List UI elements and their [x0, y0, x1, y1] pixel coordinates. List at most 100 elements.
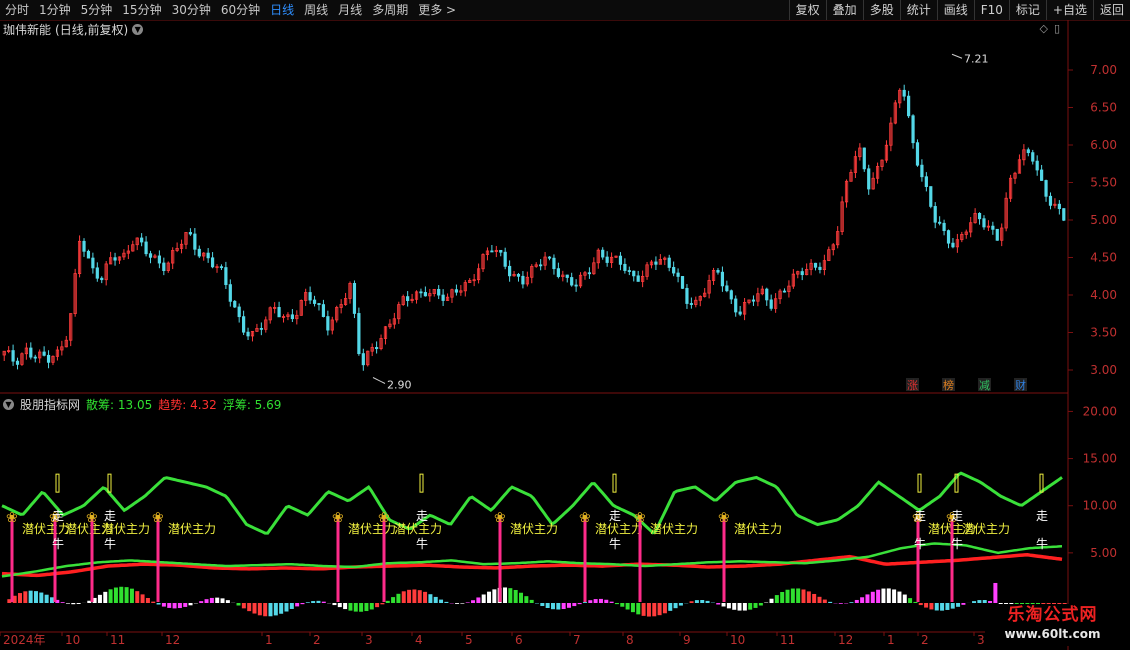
hist-bar: [161, 603, 166, 607]
candle-body: [685, 287, 689, 304]
x-label-10: 7: [573, 633, 581, 647]
hist-bar: [140, 594, 145, 603]
candle-body: [636, 275, 640, 282]
hist-bar: [183, 603, 188, 607]
hist-bar: [17, 593, 22, 603]
hist-bar: [519, 592, 524, 603]
marker-1: 榜: [943, 378, 954, 392]
hist-bar: [721, 603, 726, 607]
signal-flower-0: ❀: [6, 510, 18, 526]
walk-label-4: 走: [914, 509, 926, 523]
hist-bar: [881, 588, 886, 603]
candle-body: [565, 274, 569, 278]
signal-label-0: 潜伏主力: [22, 522, 70, 536]
series-fuchou: [1, 542, 1063, 578]
candle-body: [1026, 149, 1030, 154]
candle-body: [140, 237, 144, 243]
candle-body: [290, 314, 294, 320]
walk-flag-0: [55, 473, 60, 493]
candle-body: [716, 270, 720, 273]
signal-flower-6: ❀: [494, 510, 506, 526]
hist-bar: [71, 603, 76, 605]
hist-bar: [678, 603, 683, 606]
signal-flower-5: ❀: [378, 510, 390, 526]
candle-body: [627, 270, 631, 272]
x-label-12: 9: [683, 633, 691, 647]
candle-body: [86, 250, 91, 259]
hist-bar: [758, 603, 763, 606]
hist-bar: [582, 602, 587, 603]
chart-canvas[interactable]: 7.00 6.50 6.00 5.50 5.00 4.50 4.00 3.50 3.00 7.21…: [0, 0, 1130, 650]
x-label-16: 1: [887, 633, 895, 647]
candle-body: [623, 263, 627, 271]
candle-body: [1062, 208, 1066, 221]
bull-label-2: 牛: [416, 536, 428, 551]
candle-body: [82, 240, 86, 252]
bull-label-0: 牛: [52, 536, 64, 551]
candle-body: [995, 228, 999, 241]
candle-body: [1044, 180, 1048, 197]
hist-bar: [657, 603, 662, 616]
hist-bar: [375, 603, 380, 608]
hist-bar: [769, 598, 774, 603]
hist-bar: [556, 603, 561, 610]
candle-body: [556, 268, 560, 277]
hist-bar: [897, 591, 902, 603]
hist-bar: [49, 597, 54, 603]
hist-bar: [33, 591, 38, 603]
hist-bar: [23, 591, 28, 603]
hist-bar: [348, 603, 353, 611]
candle-body: [1035, 160, 1039, 171]
candle-body: [552, 257, 556, 270]
hist-bar: [300, 603, 305, 605]
hist-bar: [918, 603, 923, 606]
candle-body: [162, 262, 166, 271]
hist-bar: [838, 603, 843, 604]
hist-bar: [305, 602, 310, 603]
hist-bar: [742, 603, 747, 611]
candle-body: [499, 249, 503, 253]
candle-body: [352, 283, 357, 314]
price-tick-label-2: 6.00: [1090, 138, 1117, 152]
ind-tick-label-3: 5.00: [1090, 546, 1117, 560]
candle-body: [933, 206, 937, 223]
hist-bar: [598, 598, 603, 603]
candle-body: [977, 212, 982, 220]
hist-bar: [172, 603, 177, 609]
marker-0: 涨: [907, 379, 918, 392]
hist-bar: [945, 603, 950, 610]
hist-bar: [343, 603, 348, 610]
hist-bar: [39, 592, 44, 603]
hist-bar: [812, 593, 817, 603]
x-label-5: 2: [313, 633, 321, 647]
candle-body: [503, 251, 507, 267]
candle-body: [632, 270, 636, 277]
hist-bar: [545, 603, 550, 608]
signal-bar-7: [583, 518, 587, 602]
low-label: 2.90: [387, 379, 412, 392]
candle-body: [570, 277, 574, 286]
marker-3: 财: [1015, 378, 1026, 392]
candle-body: [144, 241, 148, 255]
candle-body: [259, 328, 263, 330]
candle-body: [441, 294, 445, 301]
hist-bar: [428, 594, 433, 603]
hist-bar: [614, 603, 619, 605]
hist-bar: [396, 593, 401, 603]
signal-bar-5: [382, 518, 386, 602]
hist-bar: [119, 586, 124, 603]
walk-flag-2: [419, 473, 424, 493]
hist-bar: [332, 603, 337, 606]
hist-bar: [279, 603, 284, 614]
hist-bar: [700, 599, 705, 603]
candle-body: [233, 300, 237, 308]
hist-bar: [268, 603, 273, 617]
candle-body: [361, 353, 365, 366]
hist-bar: [934, 603, 939, 611]
x-label-7: 4: [415, 633, 423, 647]
signal-label-5: 潜伏主力: [394, 522, 442, 536]
hist-bar: [103, 591, 108, 603]
x-label-15: 12: [838, 633, 853, 647]
x-label-13: 10: [730, 633, 745, 647]
price-tick-label-7: 3.50: [1090, 326, 1117, 340]
